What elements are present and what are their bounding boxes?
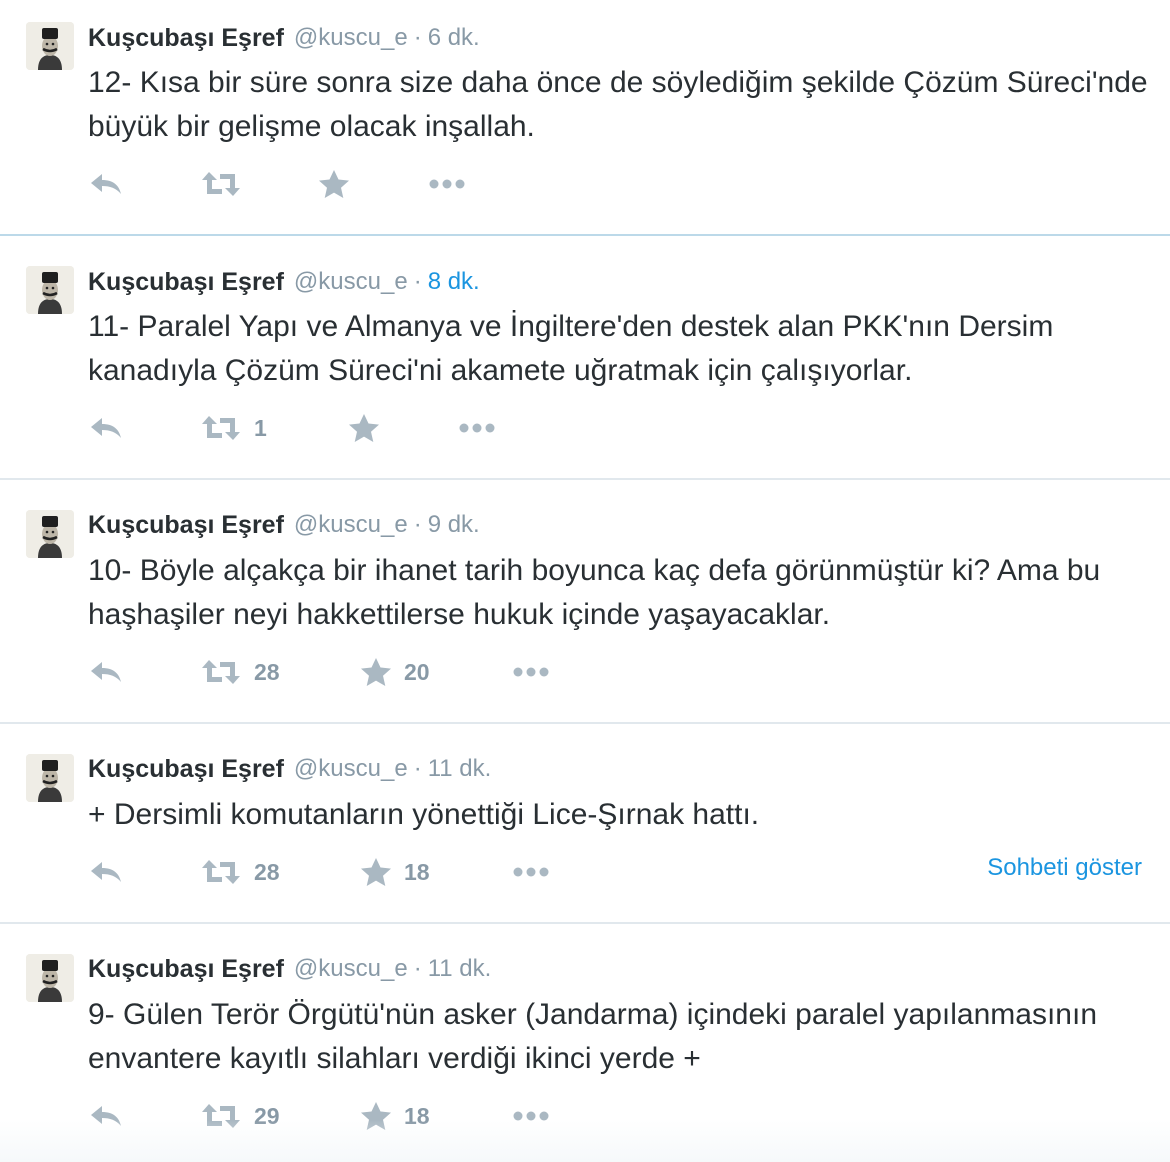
more-button[interactable] [458, 410, 496, 446]
more-button[interactable] [512, 854, 550, 890]
reply-button[interactable] [88, 854, 124, 890]
tweet-timestamp[interactable]: 9 dk. [428, 511, 480, 539]
bottom-fade [0, 1120, 1170, 1162]
tweet-text: 12- Kısa bir süre sonra size daha önce d… [88, 66, 1148, 143]
tweet[interactable]: Kuşcubaşı Eşref @kuscu_e · 11 dk. + Ders… [0, 724, 1170, 922]
tweet-text: 11- Paralel Yapı ve Almanya ve İngiltere… [88, 310, 1062, 387]
tweet-timestamp[interactable]: 8 dk. [428, 268, 480, 296]
reply-button[interactable] [88, 166, 124, 202]
author-name[interactable]: Kuşcubaşı Eşref [88, 755, 284, 784]
tweet-timestamp[interactable]: 6 dk. [428, 24, 480, 52]
star-icon [361, 658, 391, 686]
avatar[interactable] [26, 754, 74, 802]
like-button[interactable]: 20 [360, 654, 430, 690]
star-icon [361, 858, 391, 886]
author-name[interactable]: Kuşcubaşı Eşref [88, 511, 284, 540]
tweet[interactable]: Kuşcubaşı Eşref @kuscu_e · 9 dk. 10- Böy… [0, 480, 1170, 722]
tweet-header: Kuşcubaşı Eşref @kuscu_e · 6 dk. [88, 22, 480, 54]
like-button[interactable] [318, 166, 362, 202]
tweet[interactable]: Kuşcubaşı Eşref @kuscu_e · 6 dk. 12- Kıs… [0, 0, 1170, 234]
reply-icon [91, 862, 121, 882]
author-handle[interactable]: @kuscu_e [294, 511, 408, 539]
retweet-icon [202, 172, 240, 196]
tweet-timestamp[interactable]: 11 dk. [428, 755, 492, 783]
retweet-button[interactable]: 28 [200, 854, 280, 890]
tweet-text: 9- Gülen Terör Örgütü'nün asker (Jandarm… [88, 998, 1106, 1075]
more-dots-icon [429, 179, 465, 189]
author-handle[interactable]: @kuscu_e [294, 955, 408, 983]
author-handle[interactable]: @kuscu_e [294, 755, 408, 783]
reply-icon [91, 418, 121, 438]
more-button[interactable] [512, 654, 550, 690]
star-icon [319, 170, 349, 198]
separator-dot: · [413, 24, 422, 51]
tweet-timestamp[interactable]: 11 dk. [428, 955, 492, 983]
like-button[interactable]: 18 [360, 854, 430, 890]
like-count: 20 [404, 658, 430, 685]
more-dots-icon [513, 867, 549, 877]
author-name[interactable]: Kuşcubaşı Eşref [88, 955, 284, 984]
retweet-button[interactable] [200, 166, 254, 202]
retweet-button[interactable]: 28 [200, 654, 280, 690]
avatar[interactable] [26, 266, 74, 314]
reply-button[interactable] [88, 410, 124, 446]
more-dots-icon [513, 667, 549, 677]
tweet-actions: 1 [88, 410, 1163, 446]
avatar[interactable] [26, 954, 74, 1002]
like-count: 18 [404, 858, 430, 885]
author-name[interactable]: Kuşcubaşı Eşref [88, 268, 284, 297]
avatar[interactable] [26, 22, 74, 70]
retweet-icon [202, 860, 240, 884]
retweet-button[interactable]: 1 [200, 410, 267, 446]
more-dots-icon [459, 423, 495, 433]
tweet-text: + Dersimli komutanların yönettiği Lice-Ş… [88, 798, 760, 831]
reply-button[interactable] [88, 654, 124, 690]
retweet-count: 1 [254, 414, 267, 441]
star-icon [349, 414, 379, 442]
tweet-header: Kuşcubaşı Eşref @kuscu_e · 11 dk. [88, 753, 491, 785]
tweet-actions: 28 20 [88, 654, 1163, 690]
retweet-icon [202, 416, 240, 440]
separator-dot: · [413, 955, 422, 982]
reply-icon [91, 662, 121, 682]
author-handle[interactable]: @kuscu_e [294, 268, 408, 296]
tweet[interactable]: Kuşcubaşı Eşref @kuscu_e · 8 dk. 11- Par… [0, 236, 1170, 478]
separator-dot: · [413, 268, 422, 295]
like-button[interactable] [348, 410, 392, 446]
more-button[interactable] [428, 166, 466, 202]
separator-dot: · [413, 755, 422, 782]
reply-icon [91, 174, 121, 194]
tweet-header: Kuşcubaşı Eşref @kuscu_e · 11 dk. [88, 953, 491, 985]
avatar[interactable] [26, 510, 74, 558]
tweet-actions [88, 166, 1163, 202]
show-conversation-link[interactable]: Sohbeti göster [987, 854, 1142, 882]
retweet-count: 28 [254, 858, 280, 885]
author-handle[interactable]: @kuscu_e [294, 24, 408, 52]
tweet-header: Kuşcubaşı Eşref @kuscu_e · 9 dk. [88, 509, 480, 541]
retweet-icon [202, 660, 240, 684]
retweet-count: 28 [254, 658, 280, 685]
tweet-text: 10- Böyle alçakça bir ihanet tarih boyun… [88, 554, 1109, 631]
author-name[interactable]: Kuşcubaşı Eşref [88, 24, 284, 53]
separator-dot: · [413, 511, 422, 538]
tweet-header: Kuşcubaşı Eşref @kuscu_e · 8 dk. [88, 266, 480, 298]
